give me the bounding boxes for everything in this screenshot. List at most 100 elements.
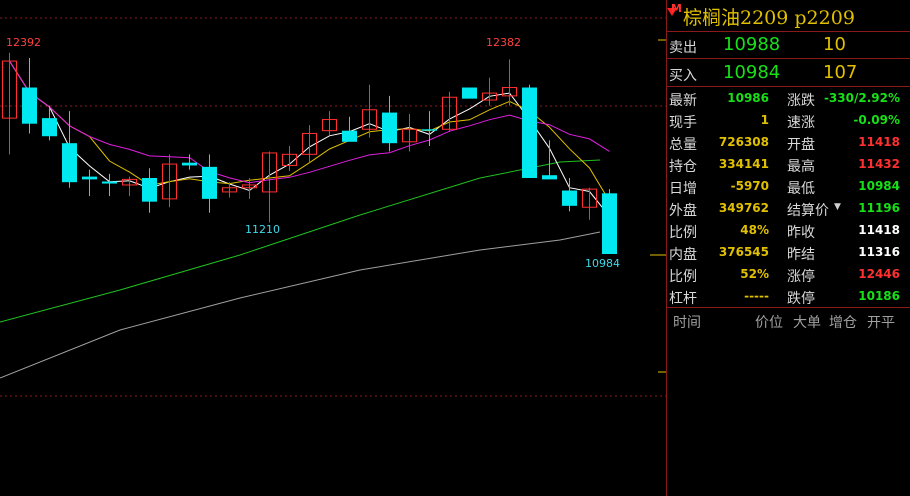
stat-3-left: 持仓 334141 xyxy=(669,154,769,176)
col-oi-change-header: 增仓 xyxy=(829,315,857,331)
candle-body-down xyxy=(422,129,437,131)
stat-label: 总量 xyxy=(669,137,697,153)
candle-body-down xyxy=(462,87,477,99)
stat-3-right: 最高 11432 xyxy=(787,154,900,176)
stat-value: -5970 xyxy=(730,179,769,193)
stat-value: 11418 xyxy=(858,135,900,149)
stat-label: 外盘 xyxy=(669,203,697,219)
stat-value: 349762 xyxy=(718,201,769,215)
stat-7-right: 昨结 11316 xyxy=(787,242,900,264)
stat-4-left: 日增 -5970 xyxy=(669,176,769,198)
stat-value: -330/2.92% xyxy=(823,91,900,105)
sell-price: 10988 xyxy=(723,34,781,55)
stat-4-right: 最低 10984 xyxy=(787,176,900,198)
stat-8-right: 涨停 12446 xyxy=(787,264,900,286)
candle-body-down xyxy=(62,143,77,183)
kline-chart[interactable]: 12392 12382 11210 10984 xyxy=(0,0,666,496)
buy-price: 10984 xyxy=(723,62,781,83)
stat-label: 涨跌 xyxy=(787,93,815,109)
quote-panel: M 棕榈油2209 p2209 卖出 10988 10 买入 10984 107… xyxy=(667,0,910,496)
stat-6-left: 比例 48% xyxy=(669,220,769,242)
candle-body-down xyxy=(562,190,577,206)
stat-value: 52% xyxy=(740,267,769,281)
stat-value: 10186 xyxy=(858,289,900,303)
title-marker: M xyxy=(671,2,682,15)
stat-2-left: 总量 726308 xyxy=(669,132,769,154)
stat-value: 48% xyxy=(740,223,769,237)
stat-label: 比例 xyxy=(669,269,697,285)
stat-label: 内盘 xyxy=(669,247,697,263)
candle-body-down xyxy=(42,118,57,137)
low-label-1: 11210 xyxy=(245,223,280,236)
stat-2-right: 开盘 11418 xyxy=(787,132,900,154)
sell-volume: 10 xyxy=(823,34,846,55)
candle-body-down xyxy=(542,175,557,180)
stat-label: 持仓 xyxy=(669,159,697,175)
col-price-header: 价位 xyxy=(755,315,783,331)
col-bigorder-header: 大单 xyxy=(793,315,821,331)
high-label-1: 12392 xyxy=(6,36,41,49)
stat-label: 结算价 xyxy=(787,203,829,219)
stat-value: 334141 xyxy=(718,157,769,171)
settlement-dropdown-icon[interactable]: ▼ xyxy=(834,202,841,212)
divider xyxy=(667,307,910,308)
stat-5-right: 结算价 11196 ▼ xyxy=(787,198,900,220)
stat-label: 最低 xyxy=(787,181,815,197)
stat-value: 12446 xyxy=(858,267,900,281)
candle-body-down xyxy=(22,87,37,124)
candle-body-down xyxy=(522,87,537,178)
stat-value: 726308 xyxy=(718,135,769,149)
candle-body-down xyxy=(342,130,357,142)
stat-9-right: 跌停 10186 xyxy=(787,286,900,308)
stat-label: 速涨 xyxy=(787,115,815,131)
stat-label: 涨停 xyxy=(787,269,815,285)
stat-label: 昨结 xyxy=(787,247,815,263)
stat-label: 昨收 xyxy=(787,225,815,241)
candle-body-down xyxy=(142,177,157,202)
ma-line-gray xyxy=(0,231,601,379)
candle-body-down xyxy=(602,193,617,254)
col-time-header: 时间 xyxy=(673,315,701,331)
high-label-2: 12382 xyxy=(486,36,521,49)
candle-body-down xyxy=(82,176,97,180)
instrument-title-row: M 棕榈油2209 p2209 xyxy=(667,0,910,30)
stat-value: 376545 xyxy=(718,245,769,259)
sell-quote-row[interactable]: 卖出 10988 10 xyxy=(667,31,910,59)
low-label-2: 10984 xyxy=(585,257,620,270)
stat-label: 日增 xyxy=(669,181,697,197)
stat-value: 11196 xyxy=(858,201,900,215)
stat-5-left: 外盘 349762 xyxy=(669,198,769,220)
candle-body-down xyxy=(182,162,197,166)
kline-svg[interactable]: 12392 12382 11210 10984 xyxy=(0,0,666,496)
stat-value: 11432 xyxy=(858,157,900,171)
stat-label: 开盘 xyxy=(787,137,815,153)
stat-value: 10986 xyxy=(727,91,769,105)
stat-1-left: 现手 1 xyxy=(669,110,769,132)
stat-value: 10984 xyxy=(858,179,900,193)
ma-line-10 xyxy=(9,60,610,184)
stat-8-left: 比例 52% xyxy=(669,264,769,286)
stat-value: ----- xyxy=(744,289,769,303)
stat-0-right: 涨跌 -330/2.92% xyxy=(787,88,900,110)
stat-label: 跌停 xyxy=(787,291,815,307)
stat-value: 11316 xyxy=(858,245,900,259)
buy-quote-row[interactable]: 买入 10984 107 xyxy=(667,59,910,87)
sell-label: 卖出 xyxy=(669,40,697,56)
candle-body-down xyxy=(382,112,397,144)
stat-label: 比例 xyxy=(669,225,697,241)
stat-label: 最新 xyxy=(669,93,697,109)
candle-body-down xyxy=(202,166,217,199)
stat-label: 最高 xyxy=(787,159,815,175)
stat-7-left: 内盘 376545 xyxy=(669,242,769,264)
instrument-title: 棕榈油2209 p2209 xyxy=(683,7,855,29)
stat-label: 现手 xyxy=(669,115,697,131)
buy-label: 买入 xyxy=(669,68,697,84)
divider xyxy=(667,86,910,87)
stat-label: 杠杆 xyxy=(669,291,697,307)
stat-value: -0.09% xyxy=(853,113,900,127)
stat-value: 1 xyxy=(760,113,769,127)
buy-volume: 107 xyxy=(823,62,858,83)
stat-9-left: 杠杆 ----- xyxy=(669,286,769,308)
col-openclose-header: 开平 xyxy=(867,315,895,331)
candle-body-down xyxy=(102,181,117,184)
